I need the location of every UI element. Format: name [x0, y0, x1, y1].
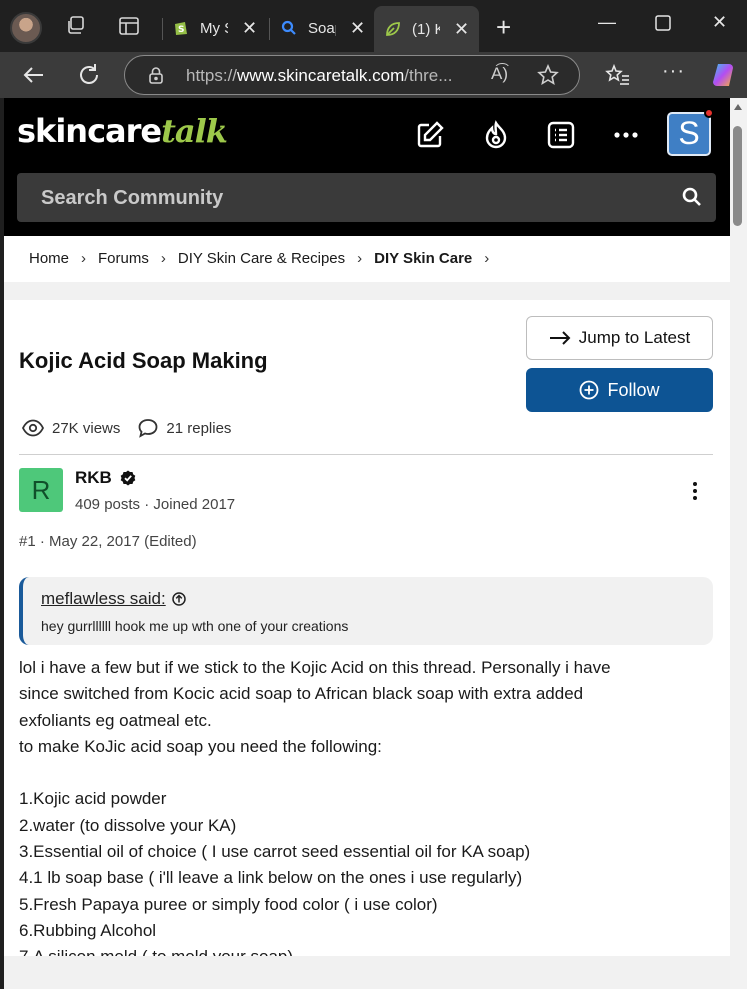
search-icon [281, 20, 296, 35]
url-text[interactable]: https://www.skincaretalk.com/thre... [186, 66, 468, 86]
thread-title: Kojic Acid Soap Making [19, 348, 268, 373]
reply-count: 21 replies [166, 419, 232, 437]
trending-fire-icon[interactable] [481, 120, 511, 150]
divider [19, 454, 713, 455]
breadcrumb-diy-recipes[interactable]: DIY Skin Care & Recipes [178, 250, 345, 267]
svg-text:S: S [178, 25, 184, 35]
chevron-right-icon: › [357, 250, 363, 267]
read-aloud-icon[interactable]: A͡) [491, 64, 508, 84]
quote-block: meflawless said: hey gurrllllll hook me … [19, 577, 713, 645]
search-input[interactable]: Search Community [17, 173, 716, 222]
favorites-list-icon[interactable] [605, 62, 631, 88]
close-tab-icon[interactable]: ✕ [350, 18, 365, 39]
speech-bubble-icon [138, 419, 158, 438]
post-body-line: 4.1 lb soap base ( i'll leave a link bel… [19, 868, 523, 888]
tab-shopify[interactable]: S My S ✕ [172, 8, 257, 48]
breadcrumb-diy-skin-care[interactable]: DIY Skin Care [374, 250, 472, 267]
site-logo[interactable]: skincaretalk [17, 112, 228, 150]
follow-button[interactable]: Follow [526, 368, 713, 412]
view-count: 27K views [52, 419, 121, 437]
shopify-icon: S [175, 22, 187, 35]
eye-icon [22, 419, 44, 437]
post-body-line: to make KoJic acid soap you need the fol… [19, 736, 382, 756]
post-body-line: lol i have a few but if we stick to the … [19, 658, 611, 677]
post-body-line: exfoliants eg oatmeal etc. [19, 710, 212, 730]
close-tab-icon[interactable]: ✕ [242, 18, 257, 39]
lock-icon[interactable] [147, 66, 165, 84]
favorite-star-icon[interactable] [537, 64, 559, 86]
quote-author-link[interactable]: meflawless said: [41, 589, 186, 609]
arrow-up-circle-icon [171, 592, 186, 606]
new-tab-button[interactable]: + [496, 12, 511, 43]
scroll-up-arrow-icon[interactable] [734, 104, 742, 110]
jump-to-latest-button[interactable]: Jump to Latest [526, 316, 713, 360]
post-body-line: 1.Kojic acid powder [19, 789, 167, 809]
section-divider [4, 282, 730, 300]
minimize-button[interactable]: — [598, 12, 616, 33]
compose-icon[interactable] [415, 120, 445, 150]
maximize-icon[interactable] [654, 14, 672, 32]
chevron-right-icon: › [81, 250, 87, 267]
tab-actions-icon[interactable] [117, 14, 141, 38]
close-window-button[interactable]: ✕ [712, 12, 727, 33]
browser-profile-avatar[interactable] [10, 12, 42, 44]
tab-skincaretalk[interactable]: (1) K ✕ [374, 6, 480, 52]
tab-soap-search[interactable]: Soap ✕ [280, 8, 365, 48]
more-options-icon[interactable] [611, 120, 641, 150]
notification-badge [704, 108, 714, 118]
post-body-line: 2.water (to dissolve your KA) [19, 815, 237, 835]
breadcrumb: Home › Forums › DIY Skin Care & Recipes … [29, 250, 501, 267]
chevron-right-icon: › [484, 250, 490, 267]
post-options-icon[interactable] [690, 480, 700, 502]
post-body-line [19, 760, 709, 786]
scrollbar-thumb[interactable] [733, 126, 742, 226]
bottom-bar [4, 956, 730, 989]
browser-tab-bar: S My S ✕ Soap ✕ (1) K ✕ + — ✕ [0, 0, 747, 52]
arrow-right-icon [549, 331, 571, 345]
address-bar[interactable]: https://www.skincaretalk.com/thre... A͡) [124, 55, 580, 95]
copilot-icon[interactable] [709, 61, 737, 89]
post-body-line: 6.Rubbing Alcohol [19, 920, 157, 940]
more-menu-icon[interactable]: ··· [662, 60, 685, 83]
quote-text: hey gurrllllll hook me up wth one of you… [41, 618, 349, 634]
post-body: lol i have a few but if we stick to the … [19, 655, 709, 971]
post-permalink[interactable]: #1 · May 22, 2017 (Edited) [19, 533, 197, 550]
post-author-meta: 409 posts · Joined 2017 [75, 496, 236, 513]
chevron-right-icon: › [160, 250, 166, 267]
post-body-line: 5.Fresh Papaya puree or simply food colo… [19, 894, 438, 914]
close-tab-icon[interactable]: ✕ [454, 19, 469, 40]
post-body-line: 3.Essential oil of choice ( I use carrot… [19, 842, 531, 862]
web-page: skincaretalk S Search Community Home › F… [4, 98, 730, 989]
workspaces-icon[interactable] [64, 14, 88, 38]
breadcrumb-home[interactable]: Home [29, 250, 69, 267]
search-icon[interactable] [681, 186, 703, 208]
post-body-line: since switched from Kocic acid soap to A… [19, 684, 584, 704]
post-author-avatar[interactable]: R [19, 468, 63, 512]
back-arrow-icon[interactable] [21, 62, 47, 88]
breadcrumb-forums[interactable]: Forums [98, 250, 149, 267]
site-header: skincaretalk S Search Community [4, 98, 730, 236]
plus-circle-icon [580, 380, 599, 400]
feed-list-icon[interactable] [546, 120, 576, 150]
user-avatar[interactable]: S [667, 112, 711, 156]
post-author-name[interactable]: RKB [75, 468, 136, 488]
thread-stats: 27K views 21 replies [22, 418, 249, 438]
browser-toolbar: https://www.skincaretalk.com/thre... A͡)… [0, 52, 747, 98]
refresh-icon[interactable] [76, 62, 102, 88]
leaf-icon [386, 22, 400, 36]
verified-badge-icon [120, 470, 136, 486]
scrollbar[interactable] [730, 98, 747, 989]
